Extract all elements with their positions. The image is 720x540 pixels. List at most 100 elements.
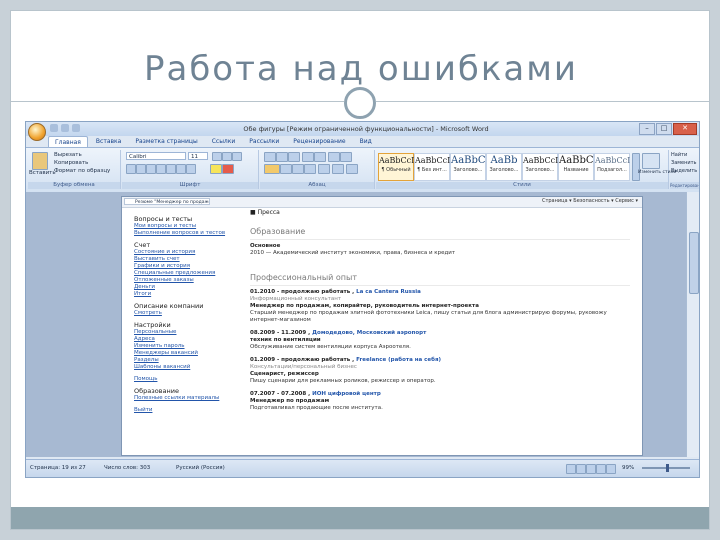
align-center-icon[interactable] xyxy=(280,164,292,174)
style-heading-1[interactable]: AaBbC Заголово... xyxy=(450,153,486,181)
nav-link: Графики и история xyxy=(134,263,191,269)
copy-button[interactable]: Копировать xyxy=(54,160,88,166)
ribbon-tabs: Главная Вставка Разметка страницы Ссылки… xyxy=(48,136,378,147)
shading-icon[interactable] xyxy=(332,164,344,174)
browser-tools: Страница ▾ Безопасность ▾ Сервис ▾ xyxy=(541,198,638,204)
style-normal[interactable]: AaBbCcI ¶ Обычный xyxy=(378,153,414,181)
job-description: Пишу сценарии для рекламных роликов, реж… xyxy=(250,378,436,384)
draft-icon[interactable] xyxy=(606,464,616,474)
cut-button[interactable]: Вырезать xyxy=(54,152,82,158)
bullet-item: ■ Пресса xyxy=(250,209,280,216)
style-subtitle[interactable]: AaBbCcI Подзагол... xyxy=(594,153,630,181)
align-left-icon[interactable] xyxy=(264,164,280,174)
vertical-scrollbar[interactable] xyxy=(686,192,699,457)
ring-ornament xyxy=(344,87,376,119)
nav-link: Состояние и история xyxy=(134,249,196,255)
shrink-font-icon[interactable] xyxy=(222,152,232,161)
nav-link: Разделы xyxy=(134,357,159,363)
web-layout-icon[interactable] xyxy=(586,464,596,474)
document-page[interactable]: Резюме "Менеджер по продаже" Страница ▾ … xyxy=(121,196,643,456)
office-button[interactable] xyxy=(28,123,46,141)
undo-icon[interactable] xyxy=(61,124,69,132)
replace-button[interactable]: Заменить xyxy=(671,160,697,166)
style-title[interactable]: AaBbC Название xyxy=(558,153,594,181)
language-indicator[interactable]: Русский (Россия) xyxy=(176,465,225,471)
company-link: Freelance (работа на себя) xyxy=(356,357,442,363)
nav-link: Смотреть xyxy=(134,310,162,316)
tab-review[interactable]: Рецензирование xyxy=(287,136,351,147)
increase-indent-icon[interactable] xyxy=(314,152,326,162)
word-count[interactable]: Число слов: 303 xyxy=(104,465,150,471)
nav-link: Выйти xyxy=(134,407,153,413)
close-button[interactable]: ✕ xyxy=(673,123,697,135)
justify-icon[interactable] xyxy=(304,164,316,174)
page-counter[interactable]: Страница: 19 из 27 xyxy=(30,465,86,471)
company-link: La ca Cantera Russia xyxy=(356,289,421,295)
highlight-icon[interactable] xyxy=(210,164,222,174)
underline-icon[interactable] xyxy=(146,164,156,174)
change-styles-icon[interactable] xyxy=(642,153,660,169)
line-spacing-icon[interactable] xyxy=(318,164,330,174)
grow-font-icon[interactable] xyxy=(212,152,222,161)
resume-content: ■ Пресса Образование Основное 2010 — Ака… xyxy=(250,209,630,412)
job-industry: Консультации/персональный бизнес xyxy=(250,364,357,370)
clear-format-icon[interactable] xyxy=(232,152,242,161)
select-button[interactable]: Выделить xyxy=(671,168,697,174)
borders-icon[interactable] xyxy=(346,164,358,174)
styles-scroll-icon[interactable] xyxy=(632,153,640,181)
numbering-icon[interactable] xyxy=(276,152,288,162)
styles-group: AaBbCcI ¶ Обычный AaBbCcI ¶ Без инт... A… xyxy=(376,150,676,189)
show-marks-icon[interactable] xyxy=(340,152,352,162)
font-color-icon[interactable] xyxy=(222,164,234,174)
superscript-icon[interactable] xyxy=(176,164,186,174)
tab-references[interactable]: Ссылки xyxy=(206,136,242,147)
scrollbar-thumb[interactable] xyxy=(689,232,699,294)
format-painter-button[interactable]: Формат по образцу xyxy=(54,168,110,174)
window-title: Обе фигуры [Режим ограниченной функциона… xyxy=(243,125,489,133)
paste-label[interactable]: Вставить xyxy=(29,170,56,176)
zoom-slider-knob[interactable] xyxy=(666,464,669,472)
change-case-icon[interactable] xyxy=(186,164,196,174)
full-screen-icon[interactable] xyxy=(576,464,586,474)
print-layout-icon[interactable] xyxy=(566,464,576,474)
font-size-select[interactable]: 11 xyxy=(188,152,208,160)
title-divider-left xyxy=(11,101,344,102)
bold-icon[interactable] xyxy=(126,164,136,174)
paste-icon[interactable] xyxy=(32,152,48,170)
minimize-button[interactable]: – xyxy=(639,123,655,135)
italic-icon[interactable] xyxy=(136,164,146,174)
tab-page-layout[interactable]: Разметка страницы xyxy=(129,136,203,147)
tab-view[interactable]: Вид xyxy=(354,136,378,147)
job-industry: Информационный консультант xyxy=(250,296,342,302)
bullets-icon[interactable] xyxy=(264,152,276,162)
subscript-icon[interactable] xyxy=(166,164,176,174)
job-description: Старший менеджер по продажам элитной фот… xyxy=(250,310,607,323)
multilevel-list-icon[interactable] xyxy=(288,152,300,162)
job-position: Сценарист, режиссер xyxy=(250,371,319,377)
style-heading-2[interactable]: AaBb Заголово... xyxy=(486,153,522,181)
redo-icon[interactable] xyxy=(72,124,80,132)
style-no-spacing[interactable]: AaBbCcI ¶ Без инт... xyxy=(414,153,450,181)
maximize-button[interactable]: □ xyxy=(656,123,672,135)
word-screenshot: Обе фигуры [Режим ограниченной функциона… xyxy=(25,121,700,478)
font-name-select[interactable]: Calibri xyxy=(126,152,186,160)
style-heading-3[interactable]: AaBbCcI Заголово... xyxy=(522,153,558,181)
nav-heading: Образование xyxy=(134,387,179,395)
tab-home[interactable]: Главная xyxy=(48,136,88,147)
font-group-label: Шрифт xyxy=(122,182,258,189)
outline-icon[interactable] xyxy=(596,464,606,474)
job-position: техник по вентиляции xyxy=(250,337,321,343)
sort-icon[interactable] xyxy=(328,152,340,162)
job-entry: 01.2009 - продолжаю работать , Freelance… xyxy=(250,357,630,385)
zoom-level[interactable]: 99% xyxy=(622,465,634,471)
paragraph-group-label: Абзац xyxy=(260,182,374,189)
tab-insert[interactable]: Вставка xyxy=(90,136,127,147)
align-right-icon[interactable] xyxy=(292,164,304,174)
editing-group-label: Редактирование xyxy=(670,182,700,189)
nav-link: Выставить счет xyxy=(134,256,180,262)
decrease-indent-icon[interactable] xyxy=(302,152,314,162)
tab-mailings[interactable]: Рассылки xyxy=(243,136,285,147)
find-button[interactable]: Найти xyxy=(671,152,687,158)
strikethrough-icon[interactable] xyxy=(156,164,166,174)
save-icon[interactable] xyxy=(50,124,58,132)
